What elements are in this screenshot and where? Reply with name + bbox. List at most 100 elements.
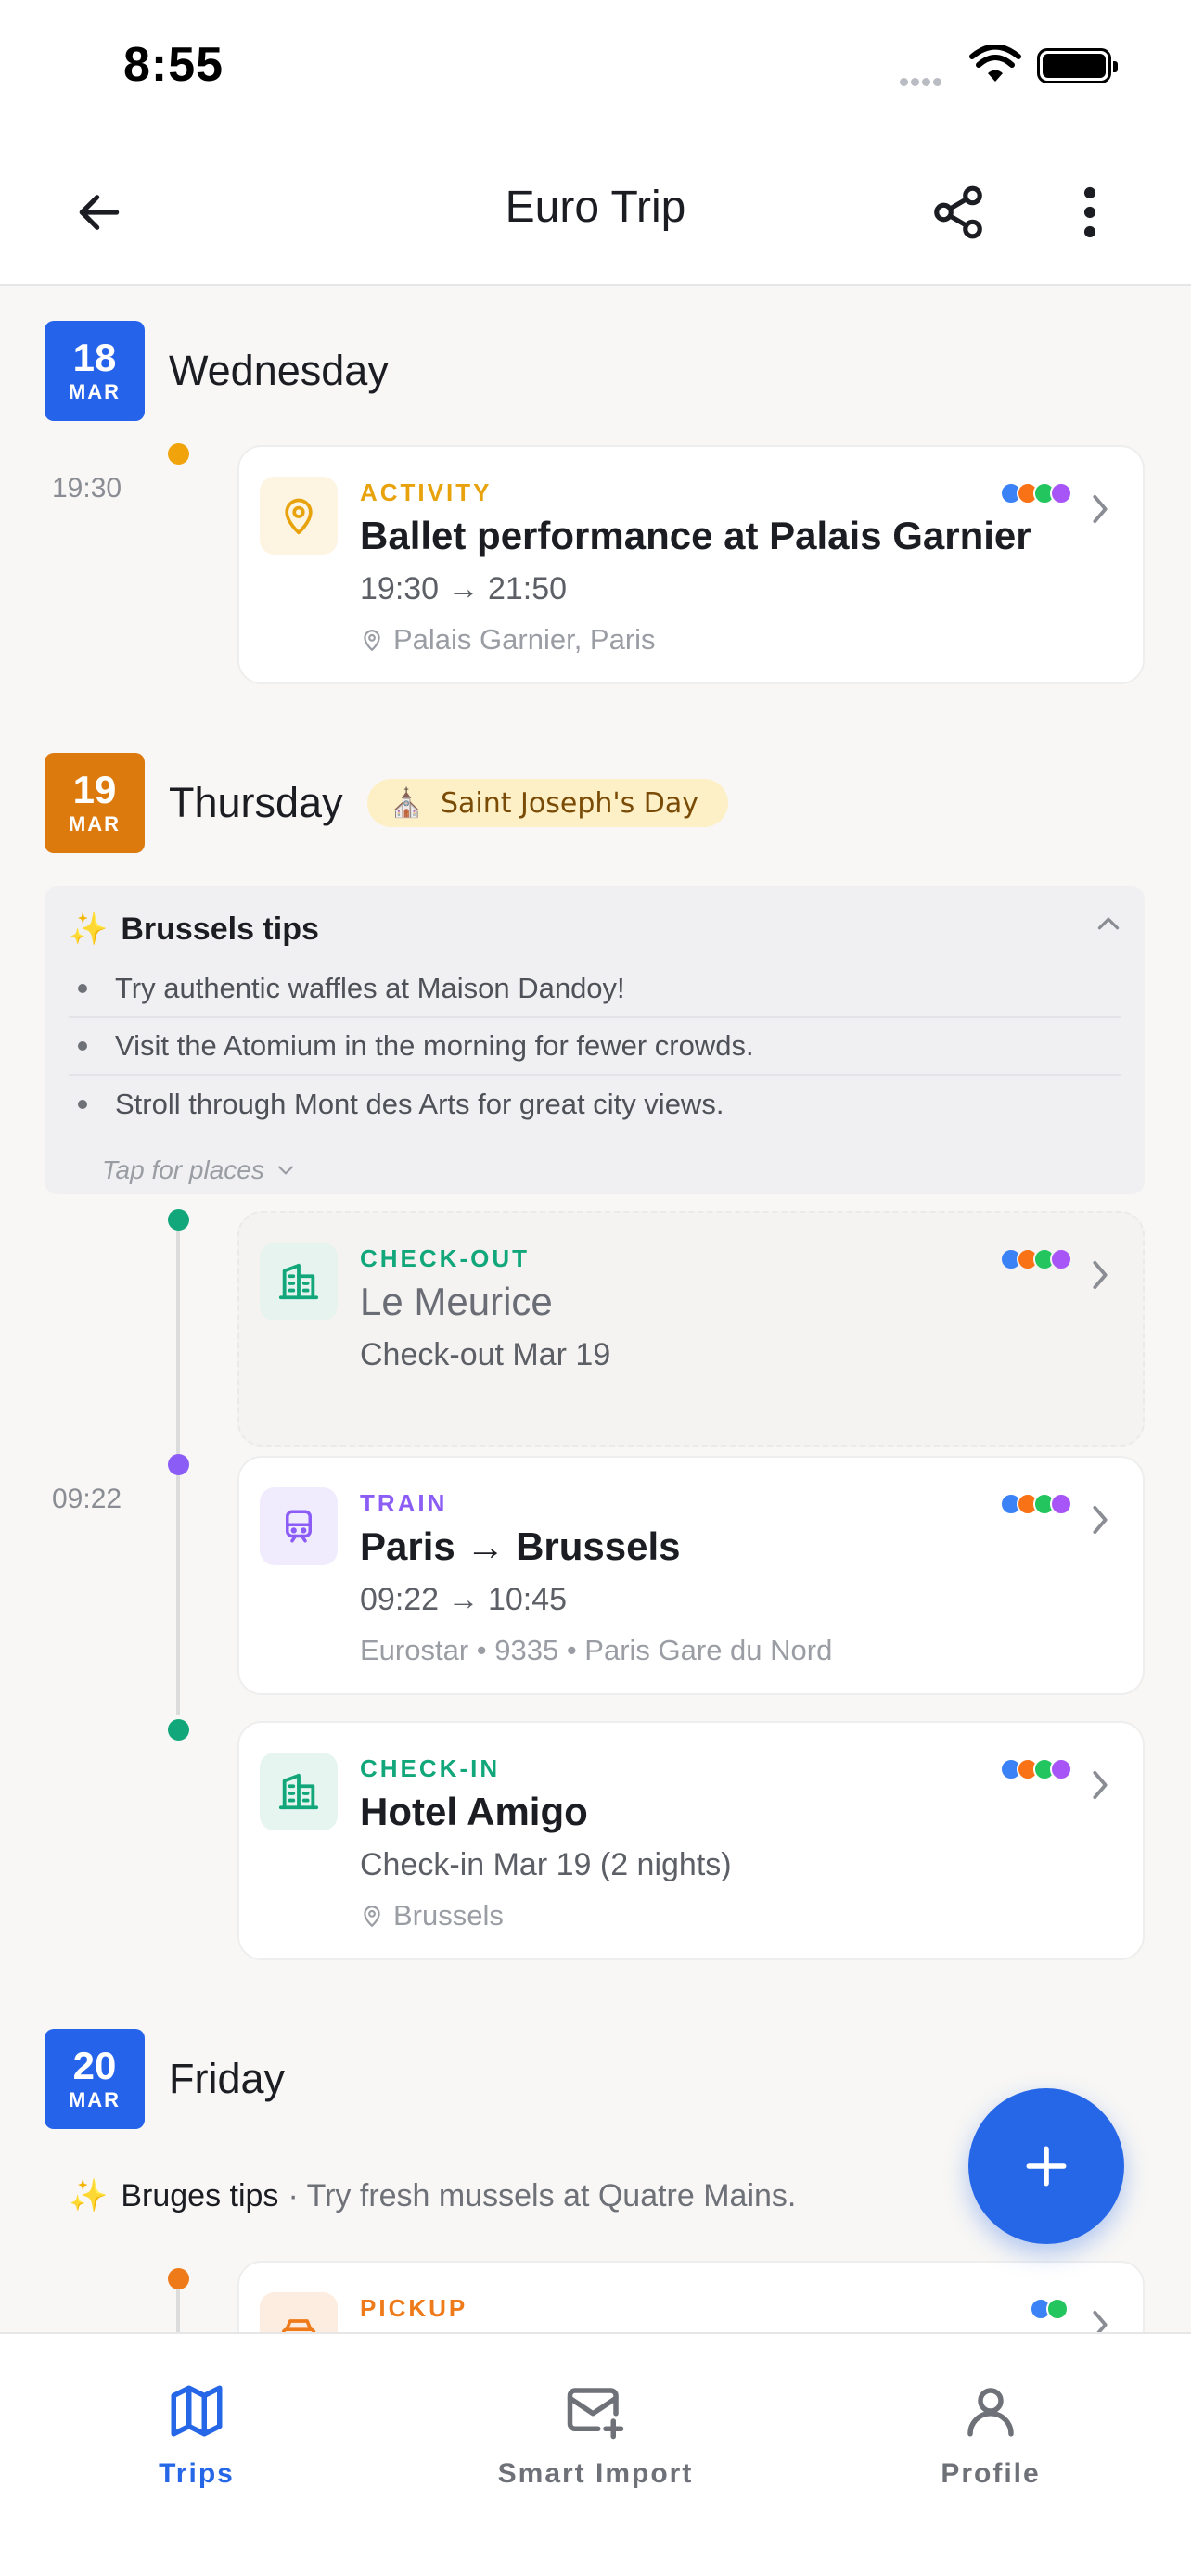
item-detail: Check-in Mar 19 (2 nights) (360, 1847, 732, 1882)
location-pin-icon (364, 1906, 380, 1928)
item-detail: Check-out Mar 19 (360, 1337, 611, 1372)
top-bar: Euro Trip (0, 139, 1191, 286)
item-type: PICKUP (360, 2294, 468, 2322)
itinerary-card-activity[interactable]: ACTIVITY Ballet performance at Palais Ga… (237, 445, 1145, 684)
tab-label: Trips (159, 2458, 235, 2489)
page-title: Euro Trip (505, 183, 686, 232)
location-pin-icon (260, 477, 338, 555)
traveler-avatars (1030, 2298, 1069, 2320)
itinerary-card-train[interactable]: TRAIN Paris → Brussels 09:22 → 10:45 Eur… (237, 1456, 1145, 1695)
item-location-text: Brussels (393, 1899, 504, 1932)
more-button[interactable] (1048, 171, 1132, 254)
user-icon (967, 2388, 1014, 2437)
status-bar: 8:55 (0, 0, 1191, 139)
day-name: Thursday (169, 779, 343, 826)
tip-item: Stroll through Mont des Arts for great c… (69, 1076, 1121, 1133)
bottom-tab-bar: Trips Smart Import Profile (0, 2332, 1191, 2576)
date-day: 20 (72, 2044, 117, 2087)
chevron-right-icon (1093, 1260, 1108, 1290)
chevron-down-icon (277, 1166, 293, 1175)
item-time: 19:30 (52, 473, 122, 504)
map-icon (171, 2385, 223, 2437)
item-title: Hotel Amigo (360, 1790, 588, 1833)
item-title: Ballet performance at Palais Garnier (360, 514, 1031, 557)
item-location: Brussels (360, 1899, 504, 1932)
share-button[interactable] (916, 171, 1000, 254)
bruges-tips-title: Bruges tips (121, 2177, 279, 2213)
date-month: MAR (68, 2088, 122, 2111)
mail-plus-icon (567, 2388, 624, 2440)
tip-item: Try authentic waffles at Maison Dandoy! (69, 961, 1121, 1018)
timeline-dot (168, 2268, 189, 2289)
tap-for-places-text: Tap for places (102, 1155, 264, 1184)
sparkle-icon: ✨ (69, 911, 109, 948)
share-icon (934, 185, 982, 239)
bruges-tips[interactable]: ✨ Bruges tips · Try fresh mussels at Qua… (45, 2166, 796, 2225)
timeline-dot (168, 1209, 189, 1231)
tab-smart-import[interactable]: Smart Import (447, 2380, 744, 2490)
itinerary-card-checkout[interactable]: CHECK-OUT Le Meurice Check-out Mar 19 (237, 1211, 1145, 1447)
item-details: Eurostar • 9335 • Paris Gare du Nord (360, 1634, 833, 1666)
tips-title: ✨ Brussels tips (69, 911, 319, 948)
date-badge: 18 MAR (45, 321, 145, 421)
traveler-avatars (1000, 1758, 1072, 1780)
item-location-text: Palais Garnier, Paris (393, 623, 656, 656)
holiday-badge: ⛪ Saint Joseph's Day (366, 779, 729, 827)
train-icon (260, 1487, 338, 1565)
date-badge: 20 MAR (45, 2029, 145, 2129)
timeline-dot (168, 1719, 189, 1741)
sparkle-icon: ✨ (69, 2177, 109, 2214)
chevron-right-icon (1093, 494, 1108, 524)
tap-for-places-link[interactable]: Tap for places (102, 1155, 294, 1185)
tab-trips[interactable]: Trips (48, 2380, 345, 2490)
item-time-range: 09:22 → 10:45 (360, 1582, 568, 1617)
tip-text: Try authentic waffles at Maison Dandoy! (115, 972, 625, 1004)
add-item-button[interactable] (968, 2088, 1124, 2244)
date-badge: 19 MAR (45, 753, 145, 853)
itinerary-scroll[interactable]: 18 MAR Wednesday 19:30 ACTIVITY Ballet p… (0, 287, 1191, 2332)
signal-icon (900, 74, 944, 91)
day-header: 19 MAR Thursday ⛪ Saint Joseph's Day (45, 753, 729, 853)
tab-profile[interactable]: Profile (842, 2380, 1139, 2490)
building-icon (260, 1243, 338, 1320)
day-name: Friday (169, 2055, 286, 2102)
item-type: ACTIVITY (360, 478, 493, 506)
day-header: 18 MAR Wednesday (45, 321, 389, 421)
chevron-right-icon (1093, 1505, 1108, 1535)
timeline-dot (168, 443, 189, 465)
date-day: 19 (72, 768, 117, 811)
item-time-range: 19:30 → 21:50 (360, 571, 568, 606)
date-month: MAR (68, 812, 122, 835)
status-time: 8:55 (123, 38, 224, 92)
date-month: MAR (68, 380, 122, 403)
tip-item: Visit the Atomium in the morning for few… (69, 1018, 1121, 1076)
item-location: Palais Garnier, Paris (360, 623, 656, 657)
traveler-avatars (1000, 482, 1072, 504)
item-title: Paris → Brussels (360, 1524, 681, 1568)
item-time: 09:22 (52, 1484, 122, 1514)
item-title: Le Meurice (360, 1280, 553, 1323)
day-name: Wednesday (169, 347, 389, 394)
bruges-tips-text: · Try fresh mussels at Quatre Mains. (288, 2177, 797, 2213)
plus-icon (1026, 2146, 1067, 2187)
holiday-name: Saint Joseph's Day (440, 786, 699, 820)
item-type: CHECK-IN (360, 1754, 501, 1782)
wifi-icon (969, 45, 1021, 82)
timeline-dot (168, 1454, 189, 1475)
item-type: CHECK-OUT (360, 1244, 530, 1272)
tip-text: Visit the Atomium in the morning for few… (115, 1029, 754, 1062)
itinerary-card-checkin[interactable]: CHECK-IN Hotel Amigo Check-in Mar 19 (2 … (237, 1721, 1145, 1960)
tab-label: Smart Import (497, 2458, 694, 2489)
date-day: 18 (72, 336, 117, 379)
tips-panel[interactable]: ✨ Brussels tips Try authentic waffles at… (45, 886, 1145, 1194)
tips-title-text: Brussels tips (121, 911, 319, 947)
building-icon (260, 1753, 338, 1830)
battery-icon (1037, 48, 1118, 83)
traveler-avatars (1000, 1493, 1072, 1515)
car-icon (260, 2292, 338, 2332)
chevron-up-icon[interactable] (1096, 916, 1121, 931)
itinerary-card-pickup[interactable]: PICKUP (237, 2261, 1145, 2332)
tip-text: Stroll through Mont des Arts for great c… (115, 1088, 724, 1120)
location-pin-icon (364, 630, 380, 652)
day-header: 20 MAR Friday (45, 2029, 285, 2129)
